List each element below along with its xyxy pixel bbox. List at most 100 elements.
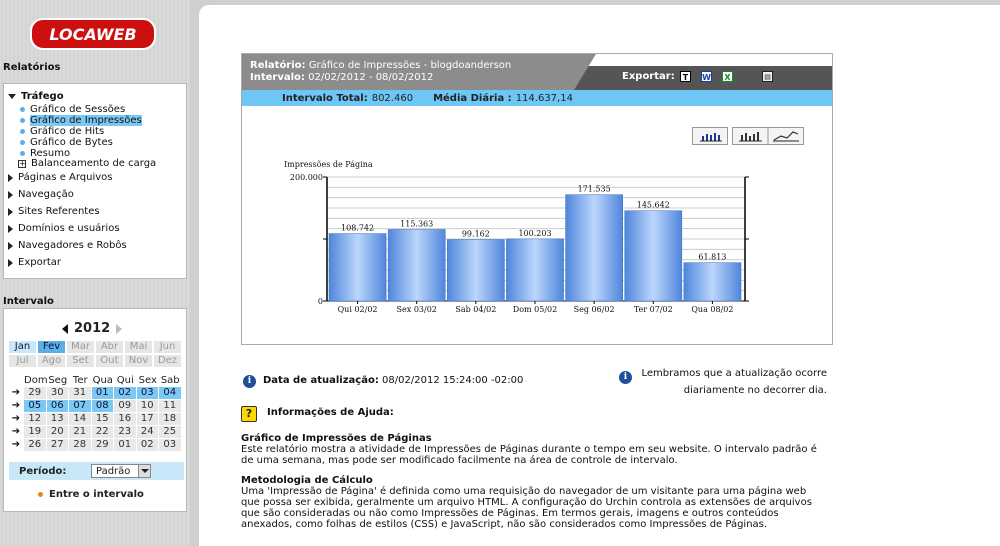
calendar-day[interactable]: 20: [46, 426, 68, 438]
weekday-label: Dom: [24, 375, 48, 386]
nav-item-hits[interactable]: Gráfico de Hits: [20, 126, 104, 137]
bullet-icon: [20, 151, 25, 156]
calendar-day[interactable]: 26: [24, 439, 46, 451]
calendar-day[interactable]: 30: [46, 387, 68, 399]
calendar-day[interactable]: 12: [24, 413, 46, 425]
prev-year-icon[interactable]: [62, 323, 68, 334]
calendar-day[interactable]: 10: [136, 400, 158, 412]
calendar-day[interactable]: 27: [46, 439, 68, 451]
calendar-day[interactable]: 29: [91, 439, 113, 451]
bar: [328, 233, 387, 302]
calendar-day[interactable]: 28: [69, 439, 91, 451]
bar-value-label: 100.203: [518, 229, 551, 238]
month-abr[interactable]: Abr: [96, 341, 123, 353]
bar-value-label: 108.742: [341, 224, 374, 233]
calendar-day[interactable]: 06: [46, 400, 68, 412]
month-set[interactable]: Set: [67, 355, 94, 367]
nav-group-dominios[interactable]: Domínios e usuários: [8, 223, 120, 234]
month-out[interactable]: Out: [96, 355, 123, 367]
calendar-day[interactable]: 23: [114, 426, 136, 438]
weekday-label: Ter: [72, 375, 88, 386]
calendar-day[interactable]: 13: [46, 413, 68, 425]
calendar-day[interactable]: 01: [114, 439, 136, 451]
export-excel-icon[interactable]: X: [722, 71, 733, 82]
main-content: Relatório: Gráfico de Impressões - blogd…: [199, 5, 1000, 546]
month-jun[interactable]: Jun: [154, 341, 181, 353]
between-interval-option[interactable]: Entre o intervalo: [38, 489, 144, 500]
svg-text:LOCAWEB: LOCAWEB: [49, 25, 136, 44]
month-nov[interactable]: Nov: [125, 355, 152, 367]
next-year-icon[interactable]: [116, 323, 123, 334]
month-dez[interactable]: Dez: [154, 355, 181, 367]
month-mai[interactable]: Mai: [125, 341, 152, 353]
nav-group-navegacao[interactable]: Navegação: [8, 189, 74, 200]
calendar-day[interactable]: 18: [159, 413, 181, 425]
select-week-arrow-icon[interactable]: ➔: [9, 400, 23, 412]
bar: [387, 229, 446, 302]
chart-type-buttons[interactable]: [732, 127, 804, 145]
nav-item-impressoes[interactable]: Gráfico de Impressões: [20, 115, 142, 126]
expanded-arrow-icon: [8, 94, 16, 99]
calendar-day[interactable]: 17: [136, 413, 158, 425]
calendar-day[interactable]: 15: [91, 413, 113, 425]
y-tick-label: 0: [318, 297, 323, 306]
calendar-day[interactable]: 05: [24, 400, 46, 412]
calendar-day[interactable]: 04: [159, 387, 181, 399]
x-tick-label: Sab 04/02: [455, 305, 496, 314]
nav-group-trafego[interactable]: Tráfego: [8, 91, 64, 102]
month-mar[interactable]: Mar: [67, 341, 94, 353]
calendar-day[interactable]: 21: [69, 426, 91, 438]
y-tick-label: 200.000: [290, 173, 323, 182]
month-fev[interactable]: Fev: [38, 341, 65, 353]
calendar-day[interactable]: 24: [136, 426, 158, 438]
sidebar: LOCAWEB Relatórios Tráfego Gráfico de Se…: [0, 0, 190, 546]
help-icon: ?: [241, 406, 257, 422]
day-grid: ➔ 29 30 31 01 02 03 04 ➔ 05 06 07 08 09 10 11 ➔ 12 13 14 15 1…: [9, 387, 181, 452]
select-week-arrow-icon[interactable]: ➔: [9, 426, 23, 438]
calendar-day[interactable]: 02: [136, 439, 158, 451]
nav-item-bytes[interactable]: Gráfico de Bytes: [20, 137, 113, 148]
calendar-day[interactable]: 19: [24, 426, 46, 438]
calendar-day[interactable]: 31: [69, 387, 91, 399]
select-week-arrow-icon[interactable]: ➔: [9, 413, 23, 425]
export-text-icon[interactable]: T: [680, 71, 691, 82]
nav-group-navegadores[interactable]: Navegadores e Robôs: [8, 240, 127, 251]
bar-chart-button[interactable]: [692, 127, 728, 145]
nav-item-balanceamento[interactable]: + Balanceamento de carga: [18, 158, 156, 169]
interval-title: Intervalo: [3, 296, 54, 307]
x-tick-label: Sex 03/02: [397, 305, 437, 314]
x-tick-label: Qua 08/02: [691, 305, 733, 314]
calendar-day[interactable]: 08: [91, 400, 113, 412]
calendar-day[interactable]: 03: [136, 387, 158, 399]
nav-group-exportar[interactable]: Exportar: [8, 257, 61, 268]
week-row: ➔ 05 06 07 08 09 10 11: [9, 400, 181, 412]
select-week-arrow-icon[interactable]: ➔: [9, 387, 23, 399]
print-icon[interactable]: ▤: [762, 71, 773, 82]
calendar-day[interactable]: 09: [114, 400, 136, 412]
locaweb-logo[interactable]: LOCAWEB: [30, 18, 156, 50]
nav-item-sessoes[interactable]: Gráfico de Sessões: [20, 104, 125, 115]
dropdown-arrow-icon[interactable]: [138, 465, 150, 477]
expand-plus-icon[interactable]: +: [18, 159, 26, 168]
calendar-day[interactable]: 29: [24, 387, 46, 399]
nav-group-sites[interactable]: Sites Referentes: [8, 206, 100, 217]
select-week-arrow-icon[interactable]: ➔: [9, 439, 23, 451]
weekday-label: Sab: [160, 375, 180, 386]
calendar-day[interactable]: 02: [114, 387, 136, 399]
calendar-day[interactable]: 14: [69, 413, 91, 425]
month-ago[interactable]: Ago: [38, 355, 65, 367]
help-title: Informações de Ajuda:: [267, 407, 394, 418]
nav-group-paginas[interactable]: Páginas e Arquivos: [8, 172, 113, 183]
week-row: ➔ 12 13 14 15 16 17 18: [9, 413, 181, 425]
calendar-day[interactable]: 25: [159, 426, 181, 438]
month-jul[interactable]: Jul: [9, 355, 36, 367]
month-jan[interactable]: Jan: [9, 341, 36, 353]
calendar-day[interactable]: 22: [91, 426, 113, 438]
period-select[interactable]: Padrão: [91, 464, 151, 478]
calendar-day[interactable]: 11: [159, 400, 181, 412]
calendar-day[interactable]: 16: [114, 413, 136, 425]
calendar-day[interactable]: 01: [91, 387, 113, 399]
export-word-icon[interactable]: W: [701, 71, 712, 82]
calendar-day[interactable]: 03: [159, 439, 181, 451]
calendar-day[interactable]: 07: [69, 400, 91, 412]
